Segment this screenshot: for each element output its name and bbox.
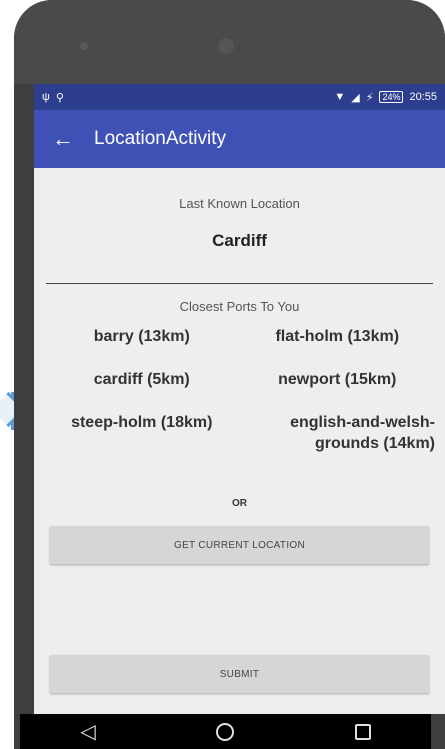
signal-icon: ◢ xyxy=(351,91,360,104)
recents-nav-icon[interactable] xyxy=(354,723,371,740)
closest-ports-label: Closest Ports To You xyxy=(179,299,300,314)
last-known-city: Cardiff xyxy=(212,231,267,250)
port-item[interactable]: newport (15km) xyxy=(240,369,436,390)
app-bar: ← LocationActivity xyxy=(34,110,445,168)
clock: 20:55 xyxy=(409,91,437,103)
back-arrow-icon[interactable]: ← xyxy=(52,126,74,152)
back-nav-icon[interactable]: ◁ xyxy=(80,719,95,744)
last-known-label: Last Known Location xyxy=(179,196,300,211)
usb-icon: ψ xyxy=(42,91,50,103)
location-icon: ⚲ xyxy=(55,91,64,104)
status-bar: ψ ⚲ ▼ ◢ ⚡ 24% 20:55 xyxy=(34,84,445,110)
battery-indicator: 24% xyxy=(379,91,404,103)
app-title: LocationActivity xyxy=(94,128,227,149)
main-content: Last Known Location Cardiff Closest Port… xyxy=(34,168,445,714)
port-item[interactable]: cardiff (5km) xyxy=(44,369,240,390)
submit-button[interactable]: SUBMIT xyxy=(50,655,429,693)
port-item[interactable]: flat-holm (13km) xyxy=(240,326,436,347)
port-item[interactable]: steep-holm (18km) xyxy=(44,412,240,454)
port-item[interactable]: english-and-welsh-grounds (14km) xyxy=(240,412,435,454)
get-current-location-button[interactable]: GET CURRENT LOCATION xyxy=(50,526,429,564)
ports-list: barry (13km) flat-holm (13km) cardiff (5… xyxy=(44,326,435,454)
phone-frame: ψ ⚲ ▼ ◢ ⚡ 24% 20:55 ← LocationActivity L… xyxy=(14,0,445,749)
home-nav-icon[interactable] xyxy=(216,722,235,741)
pointer-arrow-decoration xyxy=(0,392,14,430)
wifi-icon: ▼ xyxy=(334,91,346,103)
sensor-dot xyxy=(80,42,88,50)
port-item[interactable]: barry (13km) xyxy=(44,326,240,347)
front-camera xyxy=(218,38,234,54)
app-screen: ψ ⚲ ▼ ◢ ⚡ 24% 20:55 ← LocationActivity L… xyxy=(34,84,445,714)
phone-top-bezel xyxy=(14,0,445,84)
or-label: OR xyxy=(232,498,247,509)
charging-icon: ⚡ xyxy=(365,91,374,104)
section-divider xyxy=(46,283,433,284)
nav-bar: ◁ xyxy=(20,714,431,749)
